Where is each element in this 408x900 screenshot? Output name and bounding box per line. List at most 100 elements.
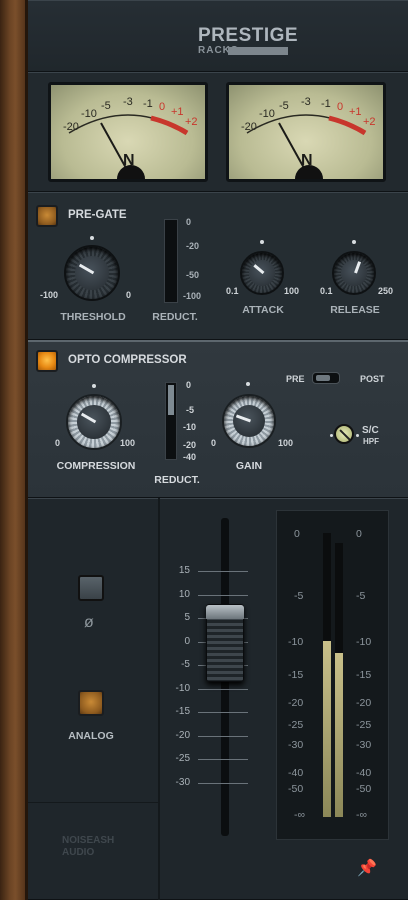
vu-label-p2: +2 <box>363 116 376 128</box>
opto-reduction-meter <box>165 382 177 460</box>
opto-red-0: 0 <box>186 380 192 390</box>
meter-scale-label: -40 <box>288 767 304 779</box>
pregate-enable-button[interactable] <box>36 205 58 227</box>
vu-label-m3: -3 <box>123 96 133 108</box>
threshold-label: THRESHOLD <box>60 311 126 323</box>
meter-scale-label: -10 <box>288 636 304 648</box>
meter-fill-left <box>323 640 331 817</box>
meter-fill-right <box>335 652 343 817</box>
noiseash-brand: NOISEASH AUDIO <box>62 835 114 859</box>
compression-min: 0 <box>55 438 61 448</box>
brand-divider <box>28 802 158 803</box>
analog-button[interactable] <box>78 690 104 716</box>
release-min: 0.1 <box>320 286 333 296</box>
phase-icon: ø <box>84 614 94 631</box>
vu-logo: N <box>123 152 135 169</box>
gain-min: 0 <box>211 438 217 448</box>
meter-scale-label: 0 <box>356 528 362 540</box>
fader-tick-label: -15 <box>175 706 190 717</box>
pregate-reduction-meter <box>164 219 178 303</box>
vu-label-0: 0 <box>337 101 343 113</box>
attack-knob[interactable] <box>240 251 284 295</box>
opto-red-10: -10 <box>183 422 197 432</box>
compression-knob[interactable] <box>66 394 122 450</box>
brand-bar <box>228 47 288 55</box>
sc-hpf-knob[interactable] <box>334 424 354 444</box>
pregate-reduction-label: REDUCT. <box>152 311 198 323</box>
analog-label: ANALOG <box>68 730 114 742</box>
pre-label: PRE <box>286 374 305 384</box>
meter-scale-label: -20 <box>288 697 304 709</box>
opto-enable-button[interactable] <box>36 350 58 372</box>
hpf-dot-left <box>330 434 333 437</box>
meter-scale-label: -15 <box>356 669 372 681</box>
meter-scale-label: -5 <box>356 590 366 602</box>
pregate-red-50: -50 <box>186 270 200 280</box>
fader-tick <box>198 735 248 737</box>
meter-scale-label: -5 <box>294 590 304 602</box>
vu-meters: -20 -10 -5 -3 -1 0 +1 +2 N -20 -10 -5 -3 <box>28 72 408 192</box>
release-max: 250 <box>378 286 394 296</box>
gain-max: 100 <box>278 438 294 448</box>
threshold-knob[interactable] <box>64 245 120 301</box>
release-label: RELEASE <box>330 304 380 316</box>
release-knob[interactable] <box>332 251 376 295</box>
vu-meter-right: -20 -10 -5 -3 -1 0 +1 +2 N <box>226 82 386 182</box>
opto-red-20: -20 <box>183 440 197 450</box>
vu-label-p2: +2 <box>185 116 198 128</box>
compression-max: 100 <box>120 438 136 448</box>
phase-invert-button[interactable] <box>78 575 104 601</box>
plugin-window: PRESTIGE RACKS -20 -10 -5 -3 -1 0 +1 +2 … <box>0 0 408 900</box>
gain-label: GAIN <box>235 460 263 472</box>
pre-post-switch[interactable] <box>312 372 340 384</box>
opto-red-40: -40 <box>183 452 197 462</box>
vu-label-m10: -10 <box>81 108 97 120</box>
threshold-min: -100 <box>40 290 59 300</box>
threshold-center-dot <box>90 236 94 240</box>
pregate-section: PRE-GATE -100 0 THRESHOLD 0 -20 -50 -100… <box>28 192 408 340</box>
fader-tick <box>198 782 248 784</box>
vu-label-m5: -5 <box>279 100 289 112</box>
attack-center-dot <box>260 240 264 244</box>
pin-icon[interactable]: 📌 <box>357 858 377 878</box>
meter-scale-label: -25 <box>356 719 372 731</box>
meter-scale-label: -∞ <box>294 809 305 821</box>
opto-red-5: -5 <box>186 405 195 415</box>
gain-knob[interactable] <box>222 394 276 448</box>
wood-side-panel <box>0 0 28 900</box>
meter-scale-label: -∞ <box>356 809 367 821</box>
attack-label: ATTACK <box>242 304 284 316</box>
pregate-red-0: 0 <box>186 217 192 227</box>
compression-label: COMPRESSION <box>56 460 136 472</box>
divider <box>158 498 160 900</box>
fader-tick <box>198 712 248 713</box>
gain-center-dot <box>246 382 250 386</box>
meter-scale-label: -30 <box>356 739 372 751</box>
fader-tick-label: 5 <box>184 612 190 623</box>
fader-tick-label: -25 <box>175 753 190 764</box>
vu-meter-left: -20 -10 -5 -3 -1 0 +1 +2 N <box>48 82 208 182</box>
vu-label-p1: +1 <box>171 106 184 118</box>
opto-title: OPTO COMPRESSOR <box>68 354 187 366</box>
meter-scale-label: -10 <box>356 636 372 648</box>
fader-tick-label: -30 <box>175 776 190 788</box>
vu-label-m5: -5 <box>101 100 111 112</box>
vu-label-m20: -20 <box>63 121 79 133</box>
opto-reduction-label: REDUCT. <box>154 474 200 486</box>
release-center-dot <box>352 240 356 244</box>
vu-label-m10: -10 <box>259 108 275 120</box>
fader-tick <box>198 688 248 690</box>
threshold-max: 0 <box>126 290 132 300</box>
hpf-label: HPF <box>363 437 379 446</box>
pregate-red-20: -20 <box>186 241 200 251</box>
vu-label-m1: -1 <box>321 98 331 110</box>
pregate-title: PRE-GATE <box>68 209 127 221</box>
meter-scale-label: -40 <box>356 767 372 779</box>
volume-fader[interactable] <box>206 604 244 682</box>
vu-face-right: -20 -10 -5 -3 -1 0 +1 +2 N <box>241 96 376 179</box>
meter-scale-label: 0 <box>294 528 300 540</box>
meter-scale-label: -15 <box>288 669 304 681</box>
attack-max: 100 <box>284 286 300 296</box>
brand-logo: PRESTIGE <box>198 25 299 46</box>
brand-line2: AUDIO <box>62 847 95 858</box>
